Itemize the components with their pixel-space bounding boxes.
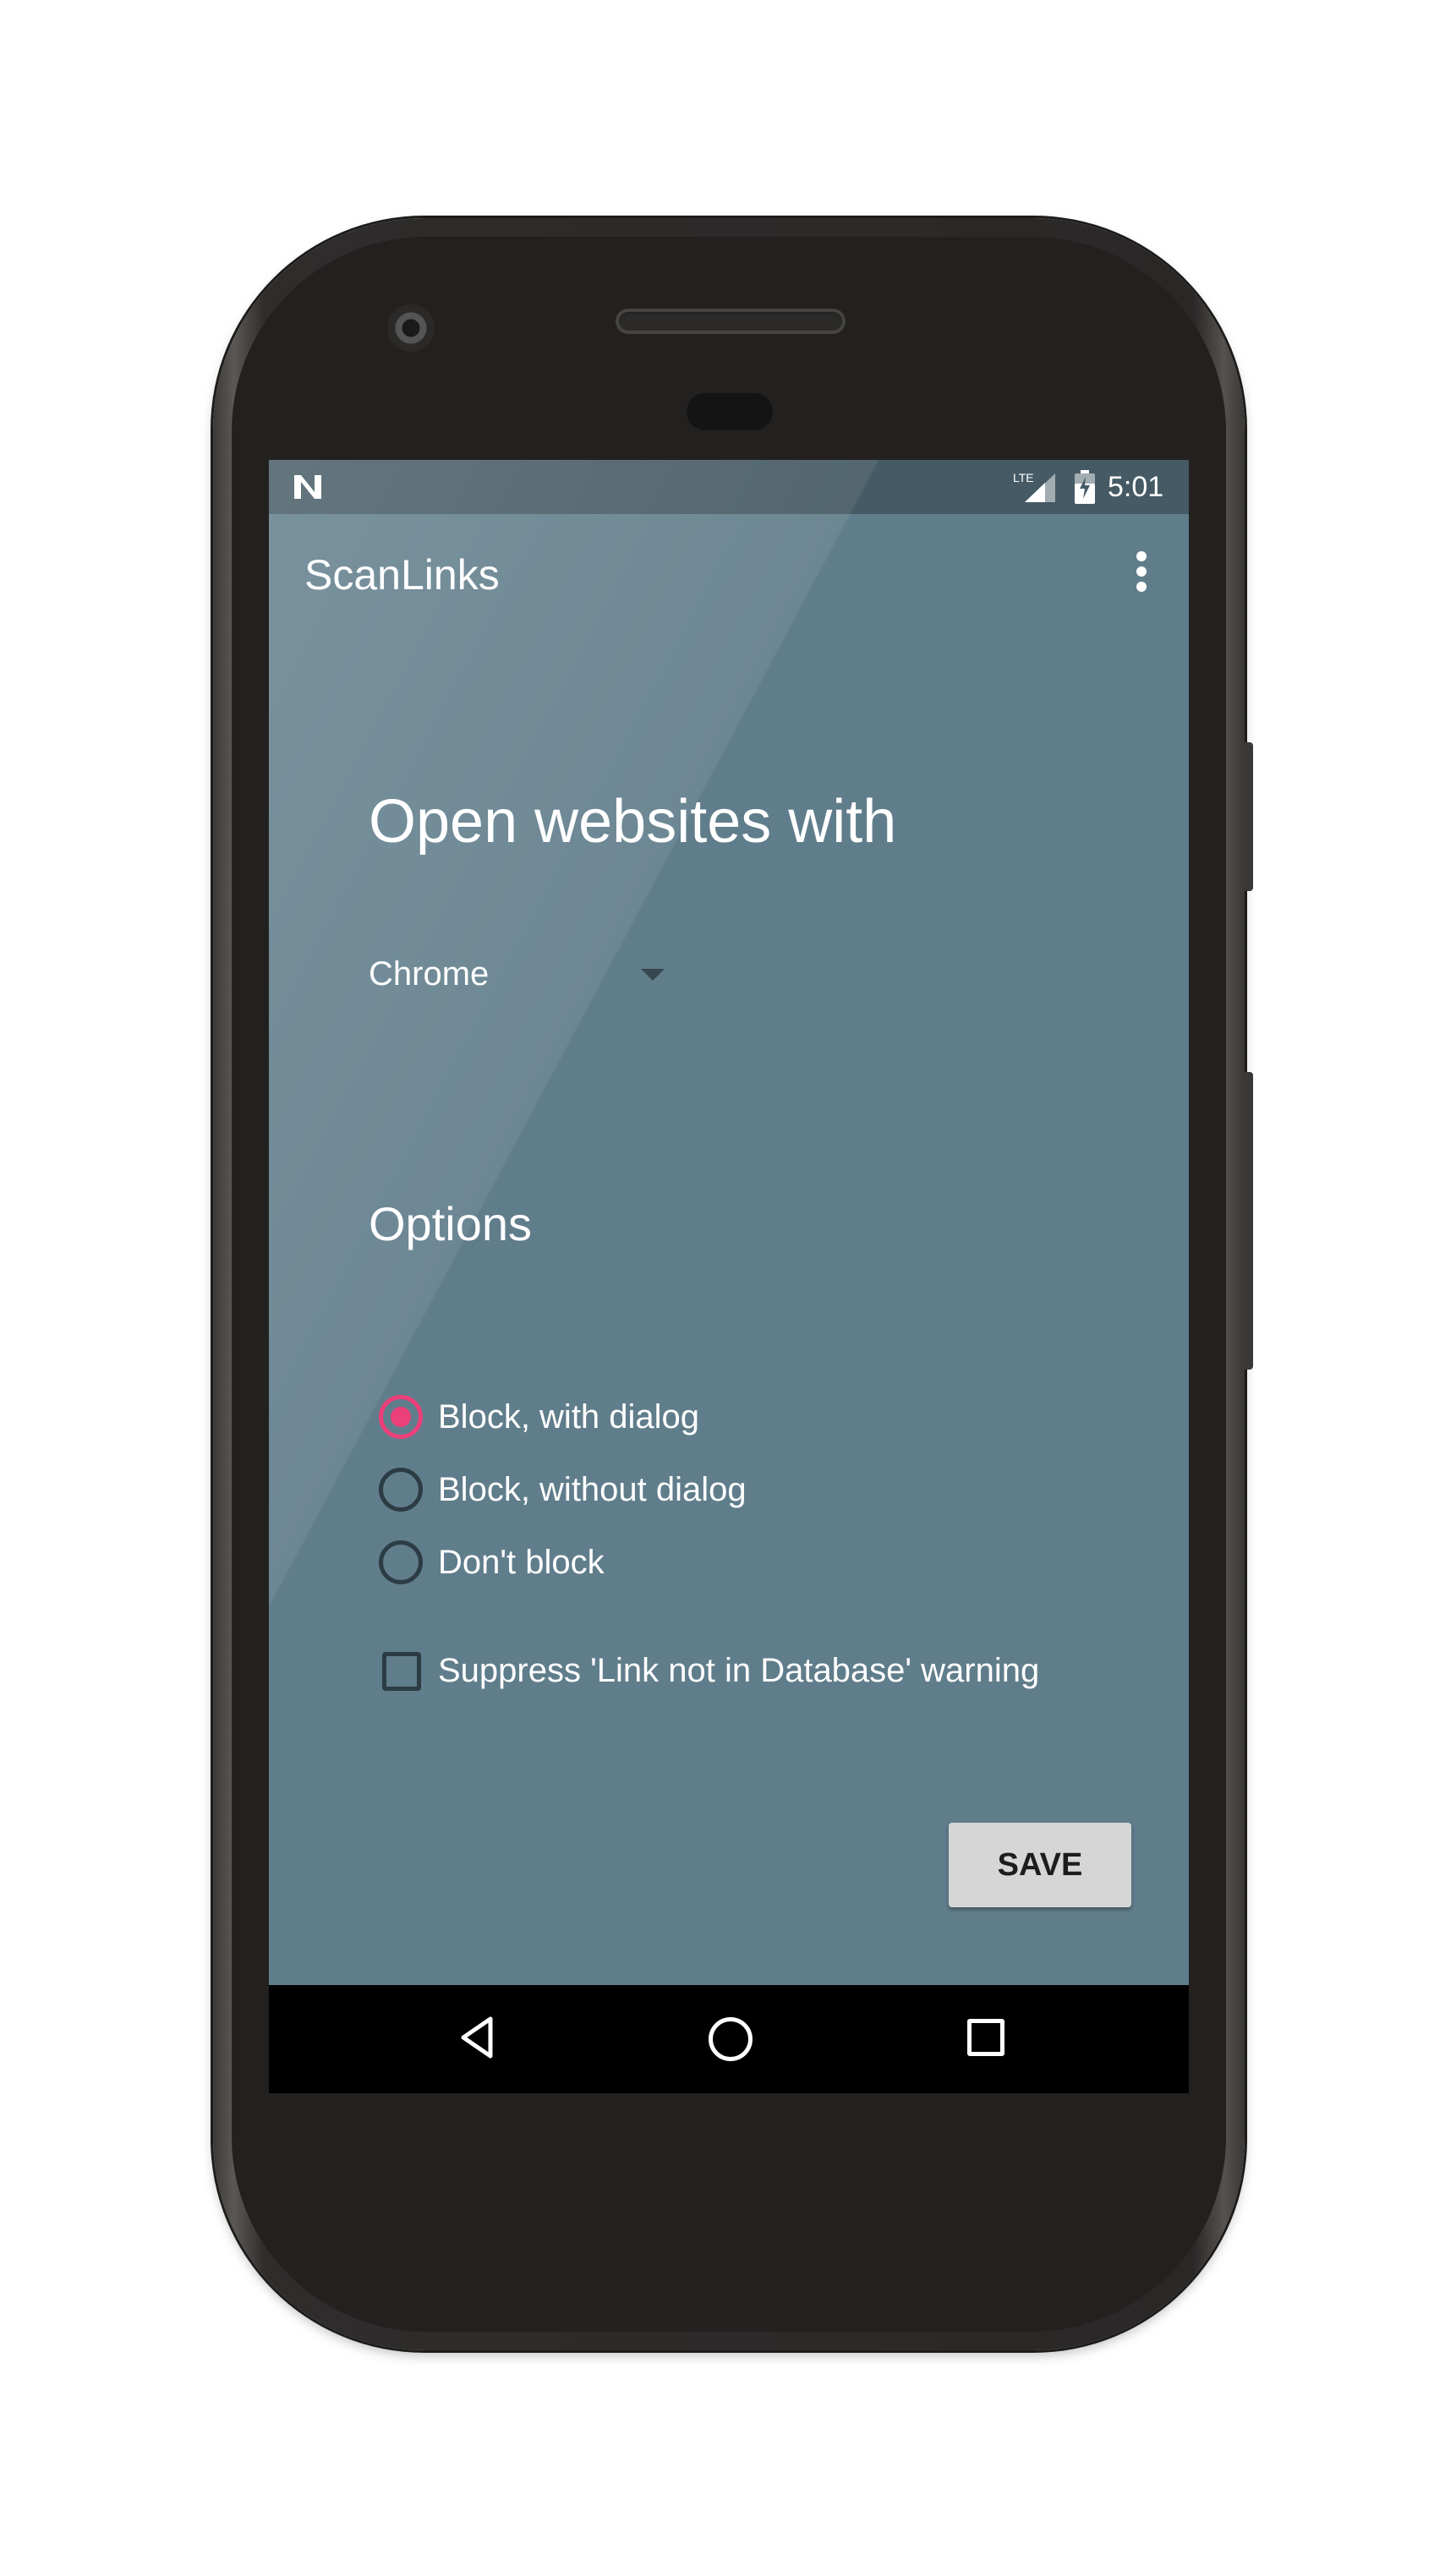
proximity-sensor bbox=[687, 393, 773, 430]
radio-dont-block[interactable]: Don't block bbox=[379, 1529, 1055, 1596]
screen: LTE 5:01 ScanLinks Open websites with Ch… bbox=[269, 460, 1189, 2093]
radio-checked-icon[interactable] bbox=[379, 1395, 423, 1439]
home-icon[interactable] bbox=[709, 2017, 753, 2061]
settings-content: Open websites with Chrome Options Block,… bbox=[269, 460, 1189, 2093]
power-button bbox=[1245, 742, 1253, 891]
radio-unchecked-icon[interactable] bbox=[379, 1468, 423, 1512]
radio-label: Block, without dialog bbox=[438, 1471, 747, 1508]
back-icon[interactable] bbox=[458, 2015, 495, 2059]
dropdown-arrow-icon bbox=[641, 969, 665, 981]
navigation-bar bbox=[269, 1985, 1189, 2093]
suppress-warning-checkbox-row[interactable]: Suppress 'Link not in Database' warning bbox=[379, 1637, 1140, 1704]
browser-select[interactable]: Chrome bbox=[369, 949, 690, 999]
options-heading: Options bbox=[369, 1197, 532, 1250]
earpiece-speaker bbox=[616, 309, 846, 334]
recents-icon[interactable] bbox=[967, 2019, 1004, 2056]
radio-unchecked-icon[interactable] bbox=[379, 1540, 423, 1584]
radio-label: Block, with dialog bbox=[438, 1398, 700, 1436]
browser-select-value: Chrome bbox=[369, 955, 490, 993]
suppress-warning-label: Suppress 'Link not in Database' warning bbox=[438, 1652, 1040, 1689]
radio-block-with-dialog[interactable]: Block, with dialog bbox=[379, 1383, 1055, 1451]
front-camera bbox=[387, 304, 435, 352]
checkbox-unchecked-icon[interactable] bbox=[382, 1652, 421, 1691]
radio-label: Don't block bbox=[438, 1544, 605, 1581]
save-button[interactable]: SAVE bbox=[949, 1823, 1131, 1907]
open-websites-heading: Open websites with bbox=[369, 788, 897, 856]
volume-button bbox=[1245, 1072, 1253, 1370]
radio-block-without-dialog[interactable]: Block, without dialog bbox=[379, 1456, 1055, 1523]
